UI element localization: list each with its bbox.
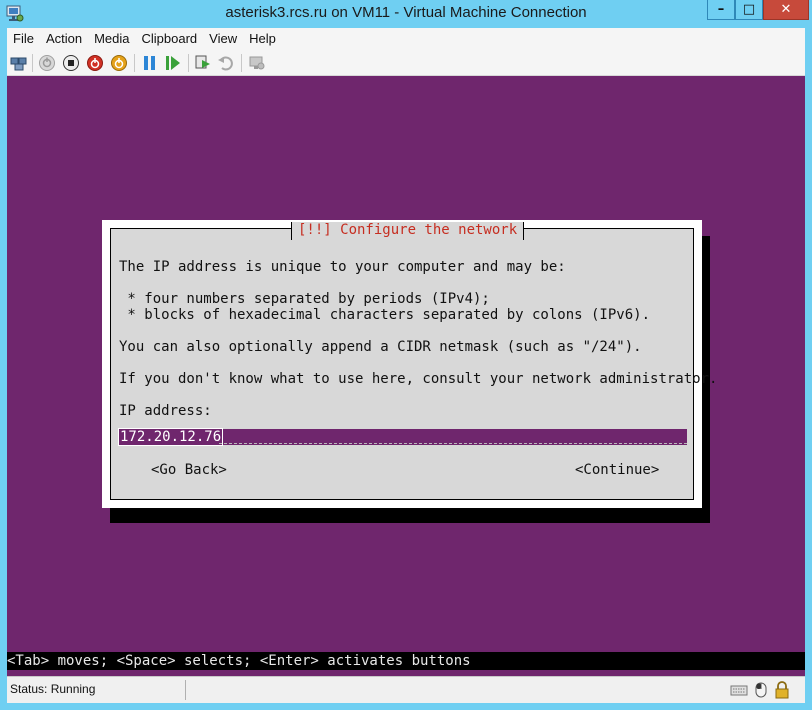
menu-help[interactable]: Help	[249, 29, 284, 49]
dialog-title-box: [!!] Configure the network	[291, 222, 525, 240]
enhanced-session-icon[interactable]	[248, 54, 266, 72]
admin-hint-text: If you don't know what to use here, cons…	[119, 371, 718, 387]
dialog-body: [!!] Configure the network The IP addres…	[110, 222, 717, 500]
console-hint-bar: <Tab> moves; <Space> selects; <Enter> ac…	[7, 652, 805, 670]
shut-down-icon[interactable]	[86, 54, 104, 72]
toolbar-separator	[241, 54, 242, 72]
status-text: Status: Running	[10, 682, 96, 696]
maximize-button[interactable]: □	[735, 0, 763, 20]
vm-connection-window: asterisk3.rcs.ru on VM11 - Virtual Machi…	[0, 0, 812, 710]
ip-address-label: IP address:	[119, 403, 212, 419]
keyboard-hint-text: <Tab> moves; <Space> selects; <Enter> ac…	[7, 653, 471, 669]
input-underline	[219, 443, 687, 444]
dialog-intro-text: The IP address is unique to your compute…	[119, 259, 566, 275]
cidr-hint-text: You can also optionally append a CIDR ne…	[119, 339, 642, 355]
pause-icon[interactable]	[141, 54, 159, 72]
menu-media[interactable]: Media	[94, 29, 137, 49]
toolbar	[7, 50, 805, 76]
ipv4-bullet: * four numbers separated by periods (IPv…	[119, 291, 490, 307]
ip-address-input[interactable]: 172.20.12.76	[117, 428, 687, 446]
menu-file[interactable]: File	[13, 29, 42, 49]
title-bar[interactable]: asterisk3.rcs.ru on VM11 - Virtual Machi…	[0, 0, 812, 28]
dialog-title: [!!] Configure the network	[298, 222, 518, 238]
client-area: File Action Media Clipboard View Help [!…	[7, 28, 805, 703]
menu-action[interactable]: Action	[46, 29, 90, 49]
configure-network-dialog: [!!] Configure the network The IP addres…	[102, 220, 717, 508]
ipv6-bullet: * blocks of hexadecimal characters separ…	[119, 307, 651, 323]
close-button[interactable]: ✕	[763, 0, 809, 20]
lock-icon	[775, 681, 789, 699]
go-back-button[interactable]: <Go Back>	[151, 462, 227, 478]
status-separator	[185, 680, 186, 700]
continue-button[interactable]: <Continue>	[575, 462, 659, 478]
keyboard-icon	[730, 685, 748, 696]
window-title: asterisk3.rcs.ru on VM11 - Virtual Machi…	[225, 4, 587, 21]
toolbar-separator	[188, 54, 189, 72]
toolbar-separator	[32, 54, 33, 72]
revert-icon[interactable]	[217, 54, 235, 72]
reset-icon[interactable]	[164, 54, 182, 72]
ctrl-alt-del-icon[interactable]	[10, 54, 28, 72]
minimize-button[interactable]: –	[707, 0, 735, 20]
vm-console-screen[interactable]: [!!] Configure the network The IP addres…	[7, 76, 805, 676]
menu-bar: File Action Media Clipboard View Help	[7, 28, 805, 50]
ip-address-value: 172.20.12.76	[117, 428, 224, 446]
menu-view[interactable]: View	[209, 29, 245, 49]
mouse-icon	[755, 682, 767, 698]
start-icon[interactable]	[38, 54, 56, 72]
checkpoint-icon[interactable]	[194, 54, 212, 72]
menu-clipboard[interactable]: Clipboard	[142, 29, 206, 49]
turn-off-icon[interactable]	[62, 54, 80, 72]
toolbar-separator	[134, 54, 135, 72]
save-icon[interactable]	[110, 54, 128, 72]
status-bar: Status: Running	[7, 676, 805, 703]
